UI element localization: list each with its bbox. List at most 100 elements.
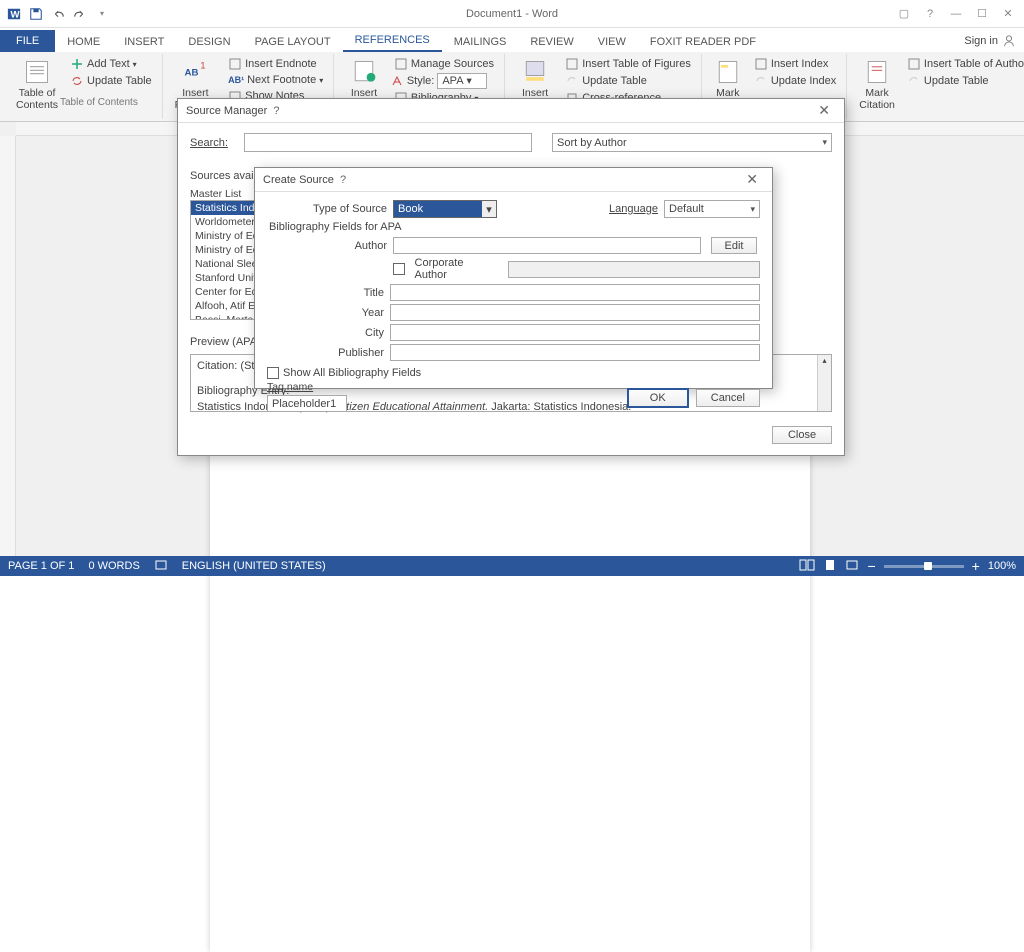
create-source-dialog: Create Source ? ✕ Type of Source Book La… [254, 167, 773, 389]
insert-endnote-button[interactable]: Insert Endnote [224, 56, 327, 72]
quick-access-toolbar: W ▾ [0, 4, 116, 24]
help-icon[interactable]: ? [918, 4, 942, 24]
undo-icon[interactable] [48, 4, 68, 24]
tab-home[interactable]: HOME [55, 32, 112, 52]
insert-index-button[interactable]: Insert Index [750, 56, 840, 72]
status-bar: PAGE 1 OF 1 0 WORDS ENGLISH (UNITED STAT… [0, 556, 1024, 576]
sm-search-input[interactable] [244, 133, 532, 152]
language-indicator[interactable]: ENGLISH (UNITED STATES) [182, 560, 326, 572]
redo-icon[interactable] [70, 4, 90, 24]
word-count[interactable]: 0 WORDS [88, 560, 139, 572]
cs-city-input[interactable] [390, 324, 760, 341]
cs-publisher-input[interactable] [390, 344, 760, 361]
tab-mailings[interactable]: MAILINGS [442, 32, 519, 52]
maximize-icon[interactable]: ☐ [970, 4, 994, 24]
refresh-icon [565, 74, 579, 88]
cs-year-input[interactable] [390, 304, 760, 321]
read-mode-icon[interactable] [799, 558, 815, 575]
cs-lang-label: Language [609, 203, 658, 215]
cs-ok-button[interactable]: OK [628, 389, 688, 407]
update-table-button[interactable]: Update Table [66, 73, 156, 89]
tab-references[interactable]: REFERENCES [343, 30, 442, 52]
tof-icon [565, 57, 579, 71]
cs-publisher-label: Publisher [267, 347, 384, 359]
insert-toa-button[interactable]: Insert Table of Authorities [903, 56, 1024, 72]
svg-text:W: W [11, 9, 21, 20]
cs-lang-dropdown[interactable]: Default [664, 200, 760, 218]
tab-page-layout[interactable]: PAGE LAYOUT [243, 32, 343, 52]
ribbon-options-icon[interactable]: ▢ [892, 4, 916, 24]
cs-corp-checkbox[interactable] [393, 263, 405, 275]
save-icon[interactable] [26, 4, 46, 24]
cs-titlebar: Create Source ? ✕ [255, 168, 772, 192]
update-index-button[interactable]: Update Index [750, 73, 840, 89]
ruler-vertical[interactable] [0, 136, 16, 556]
cs-corp-input[interactable] [508, 261, 760, 278]
mark-citation-label: Mark Citation [859, 88, 895, 111]
cs-type-label: Type of Source [313, 203, 387, 215]
zoom-in-icon[interactable]: + [972, 558, 980, 574]
window-controls: ▢ ? — ☐ ✕ [892, 4, 1024, 24]
plus-icon [70, 57, 84, 71]
next-footnote-button[interactable]: AB¹Next Footnote▾ [224, 73, 327, 87]
ribbon-tabs: FILE HOME INSERT DESIGN PAGE LAYOUT REFE… [0, 28, 1024, 52]
cs-corp-label: Corporate Author [415, 257, 498, 281]
sm-sort-dropdown[interactable]: Sort by Author [552, 133, 832, 152]
cs-help-icon[interactable]: ? [334, 174, 352, 186]
cs-cancel-button[interactable]: Cancel [696, 389, 760, 407]
tab-view[interactable]: VIEW [586, 32, 638, 52]
tab-insert[interactable]: INSERT [112, 32, 176, 52]
manage-sources-button[interactable]: Manage Sources [390, 56, 498, 72]
zoom-level[interactable]: 100% [988, 560, 1016, 572]
group-toa: Mark Citation Insert Table of Authoritie… [847, 54, 1024, 119]
mark-citation-button[interactable]: Mark Citation [853, 56, 901, 117]
title-bar: W ▾ Document1 - Word ▢ ? — ☐ ✕ [0, 0, 1024, 28]
sm-close-icon[interactable]: ✕ [812, 102, 836, 119]
cs-title-input[interactable] [390, 284, 760, 301]
cs-tag-input[interactable] [267, 395, 347, 412]
tab-foxit[interactable]: FOXIT READER PDF [638, 32, 768, 52]
add-text-button[interactable]: Add Text▾ [66, 56, 156, 72]
tab-file[interactable]: FILE [0, 30, 55, 52]
page-indicator[interactable]: PAGE 1 OF 1 [8, 560, 74, 572]
document-title: Document1 - Word [466, 8, 558, 20]
minimize-icon[interactable]: — [944, 4, 968, 24]
sm-search-label: Search: [190, 137, 228, 149]
sm-preview-scrollbar[interactable]: ▴ [817, 355, 831, 411]
style-select[interactable]: APA ▾ [437, 73, 487, 89]
refresh-icon [754, 74, 768, 88]
group-toc: Table of Contents Add Text▾ Update Table [4, 54, 163, 119]
sign-in-link[interactable]: Sign in [956, 30, 1024, 52]
cs-edit-button[interactable]: Edit [711, 237, 757, 254]
tab-design[interactable]: DESIGN [176, 32, 242, 52]
update-toa-button[interactable]: Update Table [903, 73, 1024, 89]
cs-author-label: Author [267, 240, 387, 252]
toa-icon [907, 57, 921, 71]
sm-close-button[interactable]: Close [772, 426, 832, 444]
spellcheck-icon[interactable] [154, 558, 168, 575]
endnote-icon [228, 57, 242, 71]
insert-table-figures-button[interactable]: Insert Table of Figures [561, 56, 695, 72]
toc-pane-label: Table of Contents [30, 97, 138, 108]
close-icon[interactable]: ✕ [996, 4, 1020, 24]
zoom-out-icon[interactable]: − [867, 558, 875, 574]
word-icon: W [4, 4, 24, 24]
tab-review[interactable]: REVIEW [518, 32, 585, 52]
print-layout-icon[interactable] [823, 558, 837, 575]
refresh-icon [70, 74, 84, 88]
cs-type-dropdown[interactable]: Book [393, 200, 497, 218]
cs-showall-label: Show All Bibliography Fields [283, 367, 421, 379]
zoom-slider[interactable] [884, 565, 964, 568]
cs-section-label: Bibliography Fields for APA [269, 221, 760, 233]
cs-title: Create Source [263, 174, 334, 186]
cs-title-label: Title [267, 287, 384, 299]
sm-help-icon[interactable]: ? [267, 105, 285, 117]
web-layout-icon[interactable] [845, 558, 859, 575]
cs-author-input[interactable] [393, 237, 701, 254]
refresh-icon [907, 74, 921, 88]
qat-dropdown-icon[interactable]: ▾ [92, 4, 112, 24]
cs-close-icon[interactable]: ✕ [740, 171, 764, 188]
cs-showall-checkbox[interactable] [267, 367, 279, 379]
update-tof-button[interactable]: Update Table [561, 73, 695, 89]
manage-icon [394, 57, 408, 71]
